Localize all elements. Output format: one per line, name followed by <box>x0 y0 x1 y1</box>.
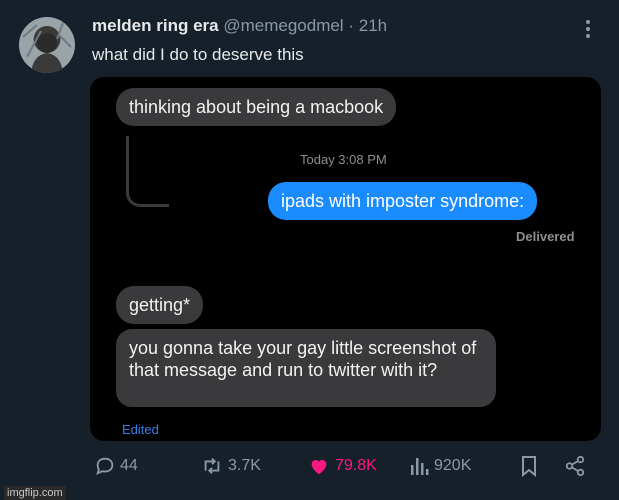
like-count: 79.8K <box>335 457 377 474</box>
heart-icon <box>311 460 327 475</box>
like-button[interactable]: 79.8K <box>307 455 377 477</box>
views-button[interactable]: 920K <box>410 455 471 477</box>
share-button[interactable] <box>564 455 586 477</box>
edited-label: Edited <box>122 422 159 437</box>
reply-thread-line <box>126 136 169 207</box>
reply-button[interactable]: 44 <box>94 455 138 477</box>
message-bubble: getting* <box>116 286 204 324</box>
avatar[interactable] <box>19 17 75 73</box>
views-count: 920K <box>434 457 472 474</box>
message-timestamp: Today 3:08 PM <box>300 152 387 167</box>
reply-icon <box>96 457 114 476</box>
repost-button[interactable]: 3.7K <box>200 455 261 477</box>
tweet-header: melden ring era @memegodmel · 21h <box>92 16 387 36</box>
tweet-actions: 44 3.7K 79.8K 920K <box>0 455 619 483</box>
repost-icon <box>204 458 220 474</box>
bookmark-button[interactable] <box>520 455 538 477</box>
separator-dot: · <box>348 16 354 35</box>
bookmark-icon <box>522 456 536 477</box>
tweet-text: what did I do to deserve this <box>92 45 304 64</box>
share-icon <box>565 455 585 477</box>
display-name[interactable]: melden ring era <box>92 16 219 35</box>
tweet-media-screenshot[interactable]: thinking about being a macbook Today 3:0… <box>90 77 601 441</box>
message-bubble-sent: ipads with imposter syndrome: <box>268 182 538 220</box>
message-bubble: thinking about being a macbook <box>116 88 397 126</box>
more-options-icon[interactable] <box>581 18 595 40</box>
tweet-time[interactable]: 21h <box>359 16 387 35</box>
repost-count: 3.7K <box>228 457 261 474</box>
reply-count: 44 <box>120 457 138 474</box>
message-bubble: you gonna take your gay little screensho… <box>116 329 496 407</box>
user-handle[interactable]: @memegodmel <box>223 16 343 35</box>
watermark: imgflip.com <box>4 486 66 500</box>
views-chart-icon <box>411 458 429 475</box>
delivered-status: Delivered <box>516 229 575 244</box>
